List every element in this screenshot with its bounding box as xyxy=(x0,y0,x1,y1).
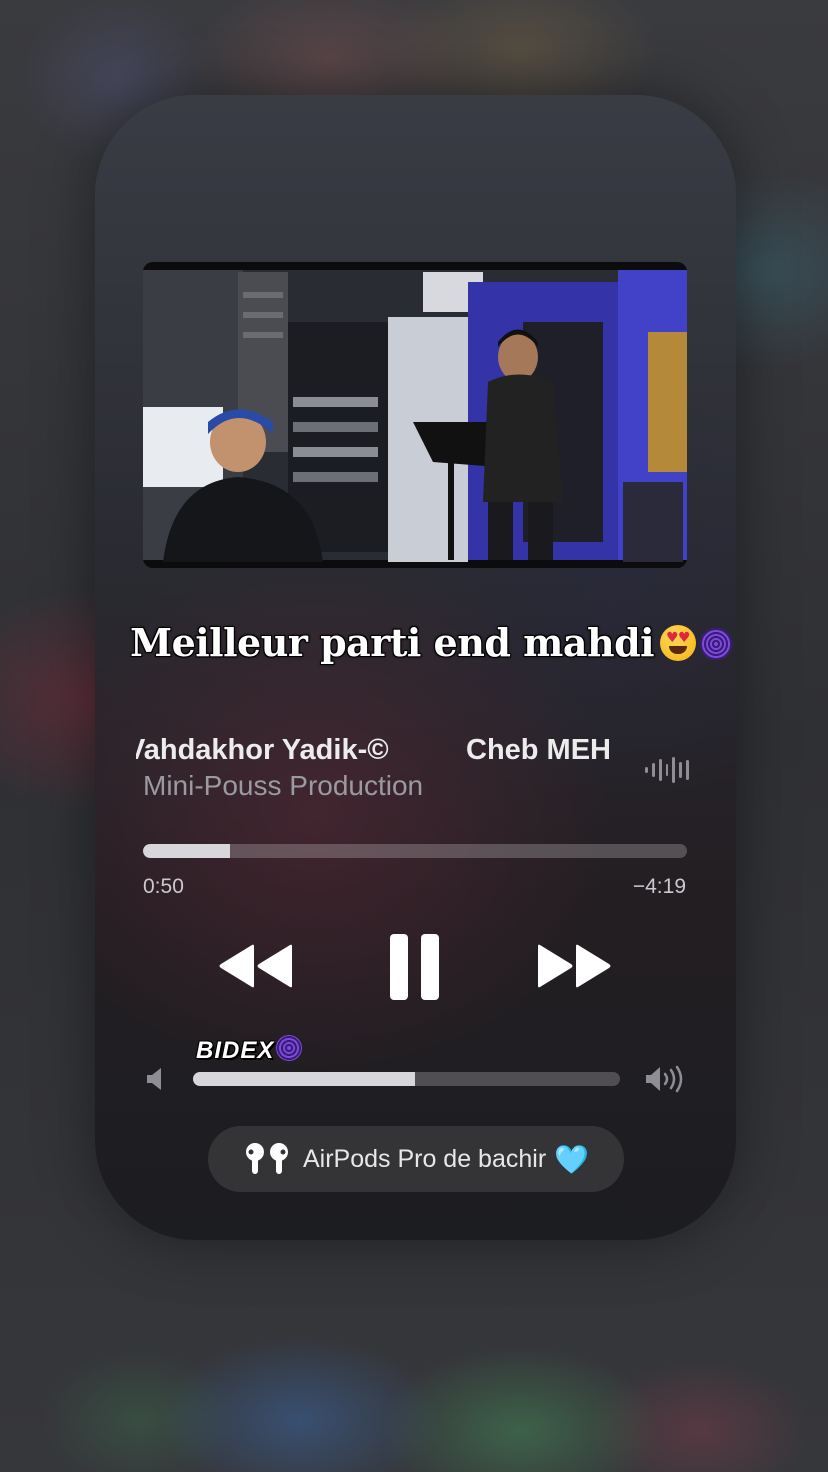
song-title-marquee[interactable]: Vahdakhor Yadik-© Cheb MEH xyxy=(136,732,626,772)
volume-high-icon xyxy=(646,1065,683,1093)
album-artwork xyxy=(143,262,687,568)
audio-output-label: AirPods Pro de bachir xyxy=(302,1144,547,1173)
song-title-part2: Cheb MEH xyxy=(466,734,611,766)
volume-level-fill xyxy=(193,1072,416,1086)
audio-output-button[interactable]: AirPods Pro de bachir 🩵 xyxy=(208,1126,624,1192)
fast-forward-icon xyxy=(538,944,611,988)
artist-name[interactable]: Mini-Pouss Production xyxy=(143,770,423,802)
playback-progress-fill xyxy=(143,844,231,858)
airpods-icon xyxy=(245,1143,288,1174)
watermark-text: BIDEX xyxy=(196,1037,275,1064)
pause-button[interactable] xyxy=(388,932,442,1002)
caption-text: Meilleur parti end mahdi xyxy=(130,620,655,665)
playback-progress-bar[interactable] xyxy=(143,844,687,858)
heart-eyes-emoji-icon xyxy=(660,625,697,661)
audio-waveform-icon xyxy=(645,754,690,786)
fast-forward-button[interactable] xyxy=(536,942,612,990)
blue-heart-emoji-icon: 🩵 xyxy=(554,1142,590,1176)
rewind-icon xyxy=(219,944,292,988)
song-title-part1: Vahdakhor Yadik-© xyxy=(136,734,389,766)
fingerprint-icon xyxy=(276,1035,303,1061)
pause-icon xyxy=(390,934,439,1000)
volume-slider[interactable] xyxy=(193,1072,620,1086)
remaining-time: −4:19 xyxy=(632,875,686,898)
elapsed-time: 0:50 xyxy=(143,875,184,898)
video-caption: Meilleur parti end mahdi xyxy=(130,620,733,665)
bidex-watermark: BIDEX xyxy=(196,1035,303,1065)
fingerprint-emoji-icon xyxy=(700,628,733,660)
volume-low-icon xyxy=(147,1068,161,1090)
rewind-button[interactable] xyxy=(218,942,294,990)
